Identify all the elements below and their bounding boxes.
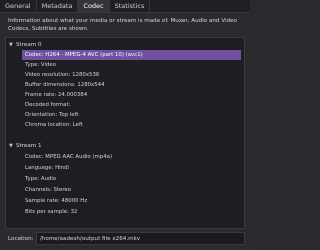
stream-0-row-chroma[interactable]: Chroma location: Left bbox=[22, 120, 244, 130]
stream-0-row-decoded-format[interactable]: Decoded format: bbox=[22, 100, 244, 110]
location-label: Location: bbox=[8, 236, 34, 242]
stream-1-label: Stream 1 bbox=[16, 143, 42, 149]
stream-1-row-samplerate[interactable]: Sample rate: 48000 Hz bbox=[22, 196, 244, 206]
stream-0-row-framerate[interactable]: Frame rate: 24.000384 bbox=[22, 90, 244, 100]
stream-1-header[interactable]: ▼ Stream 1 bbox=[6, 141, 244, 151]
stream-1-row-codec[interactable]: Codec: MPEG AAC Audio (mp4a) bbox=[22, 152, 244, 162]
stream-1-row-language[interactable]: Language: Hindi bbox=[22, 163, 244, 173]
stream-1-row-type[interactable]: Type: Audio bbox=[22, 174, 244, 184]
stream-0-row-orientation[interactable]: Orientation: Top left bbox=[22, 110, 244, 120]
info-description: Information about what your media or str… bbox=[8, 18, 237, 32]
tree-scrollbar[interactable] bbox=[241, 38, 244, 228]
stream-0-row-resolution[interactable]: Video resolution: 1280x536 bbox=[22, 70, 244, 80]
tab-general[interactable]: General bbox=[0, 0, 37, 12]
tab-metadata[interactable]: Metadata bbox=[37, 0, 79, 12]
location-field[interactable]: /home/aadesh/output file x264.mkv bbox=[36, 232, 245, 245]
tab-bar: General Metadata Codec Statistics bbox=[0, 0, 250, 13]
stream-tree[interactable]: ▼ Stream 0 Codec: H264 - MPEG-4 AVC (par… bbox=[5, 37, 245, 229]
stream-0-row-type[interactable]: Type: Video bbox=[22, 60, 244, 70]
tab-codec[interactable]: Codec bbox=[78, 0, 110, 12]
stream-0-label: Stream 0 bbox=[16, 42, 42, 48]
codec-info-dialog: General Metadata Codec Statistics Inform… bbox=[0, 0, 250, 250]
stream-0-row-codec[interactable]: Codec: H264 - MPEG-4 AVC (part 10) (avc1… bbox=[22, 50, 244, 60]
stream-0-row-buffer[interactable]: Buffer dimensions: 1280x544 bbox=[22, 80, 244, 90]
stream-1-row-bits[interactable]: Bits per sample: 32 bbox=[22, 207, 244, 217]
expand-arrow-icon[interactable]: ▼ bbox=[9, 143, 16, 149]
tab-statistics[interactable]: Statistics bbox=[110, 0, 151, 12]
expand-arrow-icon[interactable]: ▼ bbox=[9, 42, 16, 48]
stream-1-row-channels[interactable]: Channels: Stereo bbox=[22, 185, 244, 195]
stream-0-header[interactable]: ▼ Stream 0 bbox=[6, 40, 244, 50]
